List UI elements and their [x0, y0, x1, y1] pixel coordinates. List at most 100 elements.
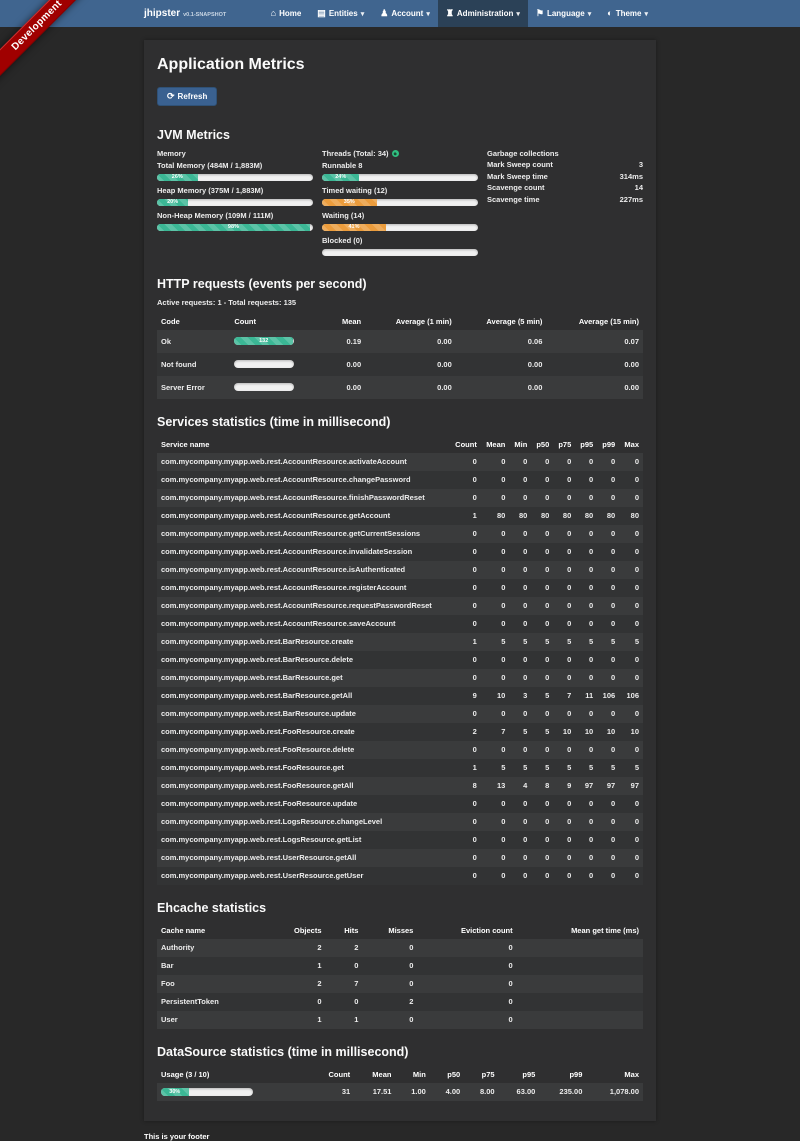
value-cell: 0: [575, 813, 597, 831]
value-cell: 80: [509, 507, 531, 525]
value-cell: 1: [450, 759, 481, 777]
value-cell: 0: [553, 651, 575, 669]
value-cell: 7: [326, 975, 363, 993]
http-requests-heading: HTTP requests (events per second): [157, 277, 643, 291]
row-name-cell: com.mycompany.myapp.web.rest.UserResourc…: [157, 867, 450, 885]
cache-stat-row: Authority 2200: [157, 939, 643, 957]
metric-label: Heap Memory (375M / 1,883M): [157, 186, 313, 197]
refresh-button-label: Refresh: [178, 92, 208, 101]
caret-down-icon: ▾: [516, 10, 520, 18]
gc-stat-label: Mark Sweep time: [487, 171, 548, 183]
nav-item-theme[interactable]: ◐ Theme ▾: [599, 0, 656, 27]
value-cell: 4.00: [430, 1083, 464, 1101]
nav-item-label: Language: [547, 9, 585, 18]
cache-stat-row: PersistentToken 0020: [157, 993, 643, 1011]
nav-item-home[interactable]: ⌂ Home: [263, 0, 310, 27]
gc-stat-row: Mark Sweep time 314ms: [487, 171, 643, 183]
nav-item-language[interactable]: ⚑ Language ▾: [528, 0, 599, 27]
metric-label: Waiting (14): [322, 211, 478, 222]
datasource-table: Usage (3 / 10)CountMeanMinp50p75p95p99Ma…: [157, 1066, 643, 1101]
metric-label: Total Memory (484M / 1,883M): [157, 161, 313, 172]
value-cell: 0: [481, 795, 510, 813]
value-cell: 0: [619, 669, 643, 687]
column-header: Min: [395, 1066, 429, 1083]
value-cell: 5: [619, 633, 643, 651]
memory-column: Memory Total Memory (484M / 1,883M) 26% …: [157, 149, 313, 261]
column-header: Average (5 min): [456, 313, 547, 330]
value-cell: 0: [481, 741, 510, 759]
value-cell: 0: [531, 867, 553, 885]
theme-contrast-icon: ◐: [607, 9, 612, 18]
row-name-cell: com.mycompany.myapp.web.rest.BarResource…: [157, 651, 450, 669]
row-name-cell: com.mycompany.myapp.web.rest.LogsResourc…: [157, 813, 450, 831]
nav-item-administration[interactable]: ♜ Administration ▾: [438, 0, 528, 27]
value-cell: 0: [575, 741, 597, 759]
value-cell: 0: [450, 795, 481, 813]
value-cell: 0: [481, 651, 510, 669]
column-header: p95: [575, 436, 597, 453]
value-cell: 235.00: [539, 1083, 586, 1101]
progress-percent-label: 20%: [167, 199, 178, 205]
value-cell: 0: [450, 669, 481, 687]
progress-bar: 41%: [322, 224, 478, 231]
value-cell: 0: [531, 579, 553, 597]
page-footer: This is your footer: [144, 1132, 656, 1141]
value-cell: 0: [597, 831, 619, 849]
brand-link[interactable]: jhipster v0.1-SNAPSHOT: [144, 8, 226, 19]
value-cell: 0: [575, 453, 597, 471]
value-cell: 0: [481, 813, 510, 831]
service-stat-row: com.mycompany.myapp.web.rest.BarResource…: [157, 705, 643, 723]
nav-item-entities[interactable]: ▤ Entities ▾: [309, 0, 372, 27]
value-cell: 0: [553, 489, 575, 507]
service-stat-row: com.mycompany.myapp.web.rest.AccountReso…: [157, 597, 643, 615]
value-cell: 0: [597, 615, 619, 633]
value-cell: 80: [553, 507, 575, 525]
value-cell: 0: [509, 741, 531, 759]
jvm-metrics-heading: JVM Metrics: [157, 128, 643, 142]
row-name-cell: com.mycompany.myapp.web.rest.AccountReso…: [157, 561, 450, 579]
value-cell: 0: [553, 453, 575, 471]
value-cell: 0: [553, 561, 575, 579]
column-header: Code: [157, 313, 230, 330]
jvm-metric: Non-Heap Memory (109M / 111M) 98%: [157, 211, 313, 231]
eye-icon[interactable]: [392, 150, 399, 157]
value-cell: 0: [417, 993, 516, 1011]
column-header: Eviction count: [417, 922, 516, 939]
value-cell: 0: [619, 597, 643, 615]
value-cell: 0.19: [327, 330, 365, 353]
nav-item-account[interactable]: ♟ Account ▾: [372, 0, 438, 27]
value-cell: 5: [531, 723, 553, 741]
value-cell: 0: [553, 615, 575, 633]
http-table-header: CodeCountMeanAverage (1 min)Average (5 m…: [157, 313, 643, 330]
value-cell: 0: [619, 579, 643, 597]
column-header: Count: [309, 1066, 354, 1083]
value-cell: 0: [553, 543, 575, 561]
value-cell: 0: [326, 993, 363, 1011]
service-stat-row: com.mycompany.myapp.web.rest.AccountReso…: [157, 579, 643, 597]
value-cell: 0: [481, 579, 510, 597]
user-icon: ♟: [380, 9, 388, 18]
value-cell: 5: [531, 633, 553, 651]
value-cell: [517, 1011, 643, 1029]
row-name-cell: com.mycompany.myapp.web.rest.AccountReso…: [157, 471, 450, 489]
gc-stat-value: 14: [635, 182, 643, 194]
gc-column: Garbage collections Mark Sweep count 3 M…: [487, 149, 643, 261]
value-cell: 0: [597, 669, 619, 687]
value-cell: 0: [509, 615, 531, 633]
value-cell: 0: [531, 453, 553, 471]
value-cell: 5: [481, 759, 510, 777]
value-cell: 0.00: [456, 353, 547, 376]
service-stat-row: com.mycompany.myapp.web.rest.AccountReso…: [157, 507, 643, 525]
progress-fill: 20%: [157, 199, 188, 206]
value-cell: 97: [619, 777, 643, 795]
nav-item-label: Account: [391, 9, 423, 18]
value-cell: 1: [450, 633, 481, 651]
value-cell: 0: [481, 489, 510, 507]
value-cell: 0: [450, 579, 481, 597]
value-cell: 0: [553, 813, 575, 831]
value-cell: 5: [597, 633, 619, 651]
refresh-button[interactable]: ⟳ Refresh: [157, 87, 217, 106]
value-cell: 0: [575, 849, 597, 867]
http-count-cell: [230, 376, 326, 399]
row-name-cell: com.mycompany.myapp.web.rest.BarResource…: [157, 633, 450, 651]
